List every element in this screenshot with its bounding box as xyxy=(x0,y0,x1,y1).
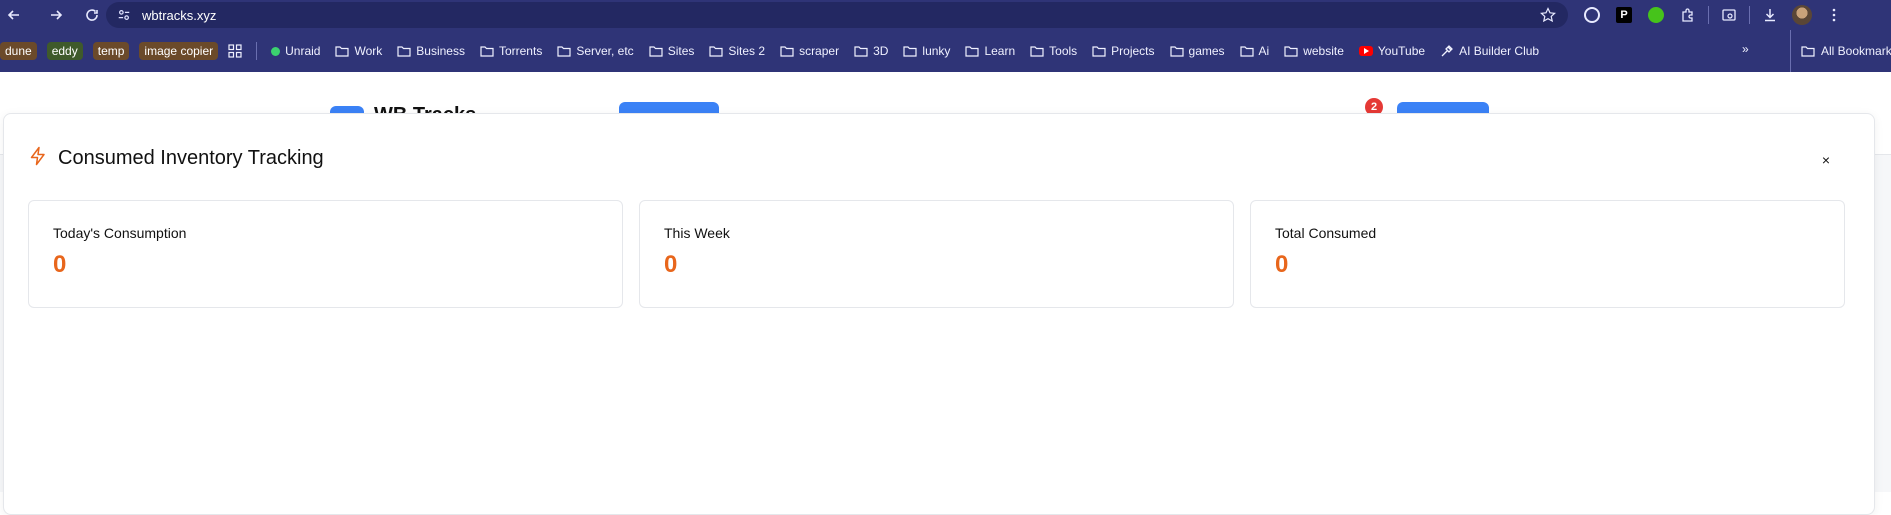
bookmark-label: website xyxy=(1303,44,1344,58)
bookmark-folder[interactable]: Learn xyxy=(965,44,1015,58)
bookmark-label: Sites 2 xyxy=(728,44,766,58)
extension-green-icon[interactable] xyxy=(1644,3,1668,27)
bookmark-label: Ai xyxy=(1258,44,1270,58)
menu-kebab-icon[interactable] xyxy=(1822,3,1846,27)
modal-header: Consumed Inventory Tracking xyxy=(28,146,324,171)
toolbar-separator xyxy=(1708,6,1709,24)
all-bookmarks-folder[interactable]: All Bookmarks xyxy=(1790,30,1891,72)
bookmark-folder[interactable]: Projects xyxy=(1092,44,1155,58)
stat-card-week: This Week 0 xyxy=(639,200,1234,308)
folder-icon xyxy=(335,46,350,57)
bookmark-label: Work xyxy=(354,44,383,58)
bookmark-folder[interactable]: Torrents xyxy=(480,44,542,58)
bookmark-folder[interactable]: 3D xyxy=(854,44,888,58)
bookmark-folder[interactable]: Server, etc xyxy=(557,44,634,58)
bookmark-folder[interactable]: games xyxy=(1169,44,1225,58)
stats-cards: Today's Consumption 0 This Week 0 Total … xyxy=(28,200,1845,308)
bookmark-separator xyxy=(256,42,258,60)
bookmark-folder[interactable]: website xyxy=(1284,44,1344,58)
bookmark-label: scraper xyxy=(799,44,840,58)
stat-label: Today's Consumption xyxy=(53,225,187,241)
bookmark-label: games xyxy=(1188,44,1225,58)
folder-icon xyxy=(1169,46,1184,57)
bookmark-label: Sites xyxy=(667,44,695,58)
toolbar-extensions: P xyxy=(1580,0,1846,30)
stat-value: 0 xyxy=(664,251,678,278)
forward-icon[interactable] xyxy=(42,1,70,29)
bookmark-folder[interactable]: lunky xyxy=(903,44,950,58)
folder-icon xyxy=(780,46,794,57)
folder-icon xyxy=(397,46,411,57)
folder-icon xyxy=(1801,46,1815,57)
folder-icon xyxy=(854,46,868,57)
bookmark-label: 3D xyxy=(873,44,889,58)
bookmark-folder[interactable]: Sites xyxy=(649,44,695,58)
bookmark-label: All Bookmarks xyxy=(1821,44,1891,58)
folder-icon xyxy=(1239,46,1254,57)
bookmark-ai-builder-club[interactable]: AI Builder Club xyxy=(1440,44,1539,58)
bookmark-chip[interactable]: image copier xyxy=(139,42,219,60)
browser-toolbar: wbtracks.xyz P xyxy=(0,0,1891,30)
bookmark-unraid[interactable]: Unraid xyxy=(271,44,320,58)
stat-card-today: Today's Consumption 0 xyxy=(28,200,623,308)
folder-icon xyxy=(1092,46,1106,57)
bookmark-label: Projects xyxy=(1111,44,1155,58)
more-bookmarks-button[interactable]: » xyxy=(1742,42,1749,56)
apps-grid-icon[interactable] xyxy=(228,44,242,58)
stat-label: Total Consumed xyxy=(1275,225,1377,241)
extension-circle-icon[interactable] xyxy=(1580,3,1604,27)
bookmark-label: Server, etc xyxy=(576,44,634,58)
url-text[interactable]: wbtracks.xyz xyxy=(142,8,216,23)
reload-icon[interactable] xyxy=(78,1,106,29)
folder-icon xyxy=(903,46,918,57)
bookmark-folder[interactable]: Ai xyxy=(1239,44,1270,58)
address-bar[interactable]: wbtracks.xyz xyxy=(106,2,1568,28)
extension-p-icon[interactable]: P xyxy=(1612,3,1636,27)
bookmark-label: AI Builder Club xyxy=(1459,44,1540,58)
youtube-icon xyxy=(1358,46,1373,56)
bookmark-chip[interactable]: eddy xyxy=(46,42,83,60)
bookmark-label: Tools xyxy=(1049,44,1078,58)
bookmark-folder[interactable]: Tools xyxy=(1030,44,1077,58)
bookmark-chip[interactable]: temp xyxy=(92,42,130,60)
bookmarks-bar: dune eddy temp image copier Unraid Work … xyxy=(0,30,1891,72)
bookmark-label: YouTube xyxy=(1377,44,1426,58)
stat-value: 0 xyxy=(53,251,67,278)
folder-icon xyxy=(1030,46,1044,57)
stat-card-total: Total Consumed 0 xyxy=(1250,200,1845,308)
site-info-icon[interactable] xyxy=(112,3,136,27)
toolbar-separator xyxy=(1749,6,1750,24)
bookmark-label: lunky xyxy=(922,44,951,58)
bookmark-label: Business xyxy=(416,44,465,58)
download-icon[interactable] xyxy=(1758,3,1782,27)
folder-icon xyxy=(557,46,571,57)
bookmark-chip[interactable]: dune xyxy=(0,42,37,60)
folder-icon xyxy=(709,46,723,57)
modal-title: Consumed Inventory Tracking xyxy=(58,147,324,169)
bookmark-label: Unraid xyxy=(285,44,321,58)
lightning-bolt-icon xyxy=(28,146,48,171)
profile-avatar[interactable] xyxy=(1790,3,1814,27)
bookmark-folder[interactable]: Sites 2 xyxy=(709,44,765,58)
extensions-puzzle-icon[interactable] xyxy=(1676,3,1700,27)
bookmark-folder[interactable]: scraper xyxy=(780,44,839,58)
folder-icon xyxy=(965,46,980,57)
folder-icon xyxy=(649,46,663,57)
folder-icon xyxy=(480,46,494,57)
close-button[interactable]: × xyxy=(1816,150,1836,170)
stat-value: 0 xyxy=(1275,251,1289,278)
bookmark-youtube[interactable]: YouTube xyxy=(1358,44,1426,58)
back-icon[interactable] xyxy=(0,1,28,29)
tab-search-icon[interactable] xyxy=(1717,3,1741,27)
bookmark-folder[interactable]: Business xyxy=(397,44,465,58)
tools-icon xyxy=(1441,45,1453,57)
status-dot-icon xyxy=(271,46,281,56)
bookmark-folder[interactable]: Work xyxy=(335,44,382,58)
bookmark-star-icon[interactable] xyxy=(1540,7,1556,28)
folder-icon xyxy=(1284,46,1298,57)
stat-label: This Week xyxy=(664,225,730,241)
consumed-inventory-modal: Consumed Inventory Tracking × Today's Co… xyxy=(3,113,1875,515)
bookmark-label: Learn xyxy=(984,44,1016,58)
bookmark-label: Torrents xyxy=(498,44,543,58)
